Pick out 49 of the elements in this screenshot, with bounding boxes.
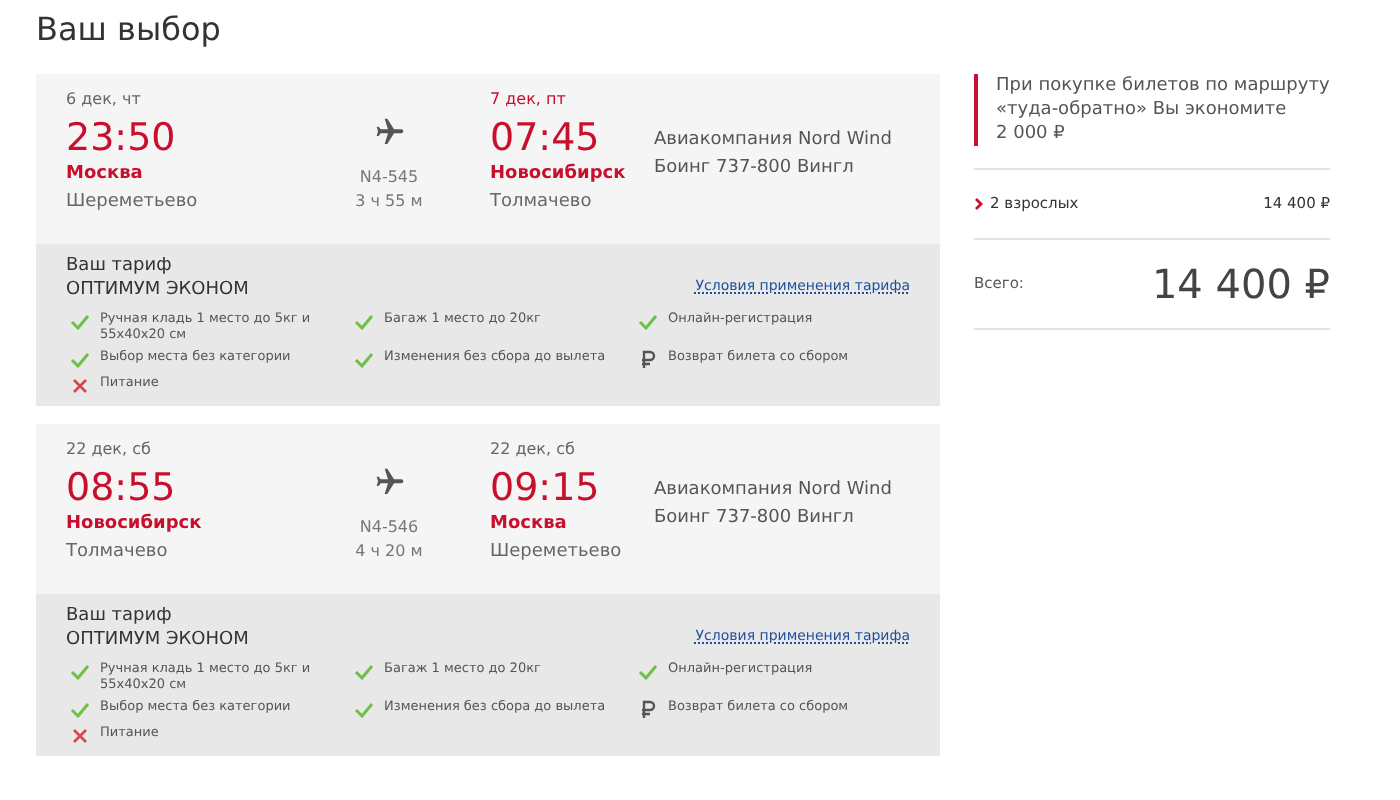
flight-date: 6 дек, чт xyxy=(66,88,143,112)
airport-name: Шереметьево xyxy=(490,539,624,565)
ruble-icon xyxy=(640,700,656,718)
savings-text: При покупке билетов по маршруту «туда-обратно» Вы экономите xyxy=(996,74,1330,122)
airport-name: Шереметьево xyxy=(66,189,200,215)
check-icon xyxy=(638,314,658,330)
check-icon xyxy=(354,664,374,680)
flight-date: 22 дек, сб xyxy=(490,438,577,462)
flight-date: 22 дек, сб xyxy=(66,438,153,462)
fare-label: Ваш тариф xyxy=(66,604,174,628)
check-icon xyxy=(638,664,658,680)
city-name: Новосибирск xyxy=(66,512,204,538)
cross-icon xyxy=(72,378,88,394)
airport-name: Толмачево xyxy=(490,189,594,215)
flight-duration: 3 ч 55 м xyxy=(355,190,423,214)
aircraft-name: Боинг 737-800 Вингл xyxy=(654,505,856,531)
ruble-icon xyxy=(640,350,656,368)
check-icon xyxy=(354,314,374,330)
chevron-icon[interactable] xyxy=(974,198,984,210)
total-price: 14 400 ₽ xyxy=(1151,258,1330,312)
flight-number: N4-546 xyxy=(359,516,419,540)
check-icon xyxy=(70,314,90,330)
flight-duration: 4 ч 20 м xyxy=(355,540,423,564)
city-name: Москва xyxy=(66,162,145,188)
cross-icon xyxy=(72,728,88,744)
airplane-icon xyxy=(371,466,407,498)
flight-date: 7 дек, пт xyxy=(490,88,568,112)
airline-name: Авиакомпания Nord Wind xyxy=(654,128,892,154)
city-name: Новосибирск xyxy=(490,162,628,188)
page-title: Ваш выбор xyxy=(36,8,221,52)
fare-name: ОПТИМУМ ЭКОНОМ xyxy=(66,278,249,302)
check-icon xyxy=(70,664,90,680)
check-icon xyxy=(354,702,374,718)
flight-time: 07:45 xyxy=(490,116,602,160)
airline-name: Авиакомпания Nord Wind xyxy=(654,478,892,504)
flight-time: 23:50 xyxy=(66,116,178,160)
airport-name: Толмачево xyxy=(66,539,170,565)
fare-label: Ваш тариф xyxy=(66,254,174,278)
flight-time: 09:15 xyxy=(490,466,602,510)
savings-amount: 2 000 ₽ xyxy=(996,122,1067,146)
city-name: Москва xyxy=(490,512,569,538)
flight-number: N4-545 xyxy=(359,166,419,190)
fare-name: ОПТИМУМ ЭКОНОМ xyxy=(66,628,249,652)
airplane-icon xyxy=(371,116,407,148)
check-icon xyxy=(70,702,90,718)
check-icon xyxy=(354,352,374,368)
flight-time: 08:55 xyxy=(66,466,178,510)
check-icon xyxy=(70,352,90,368)
aircraft-name: Боинг 737-800 Вингл xyxy=(654,155,856,181)
